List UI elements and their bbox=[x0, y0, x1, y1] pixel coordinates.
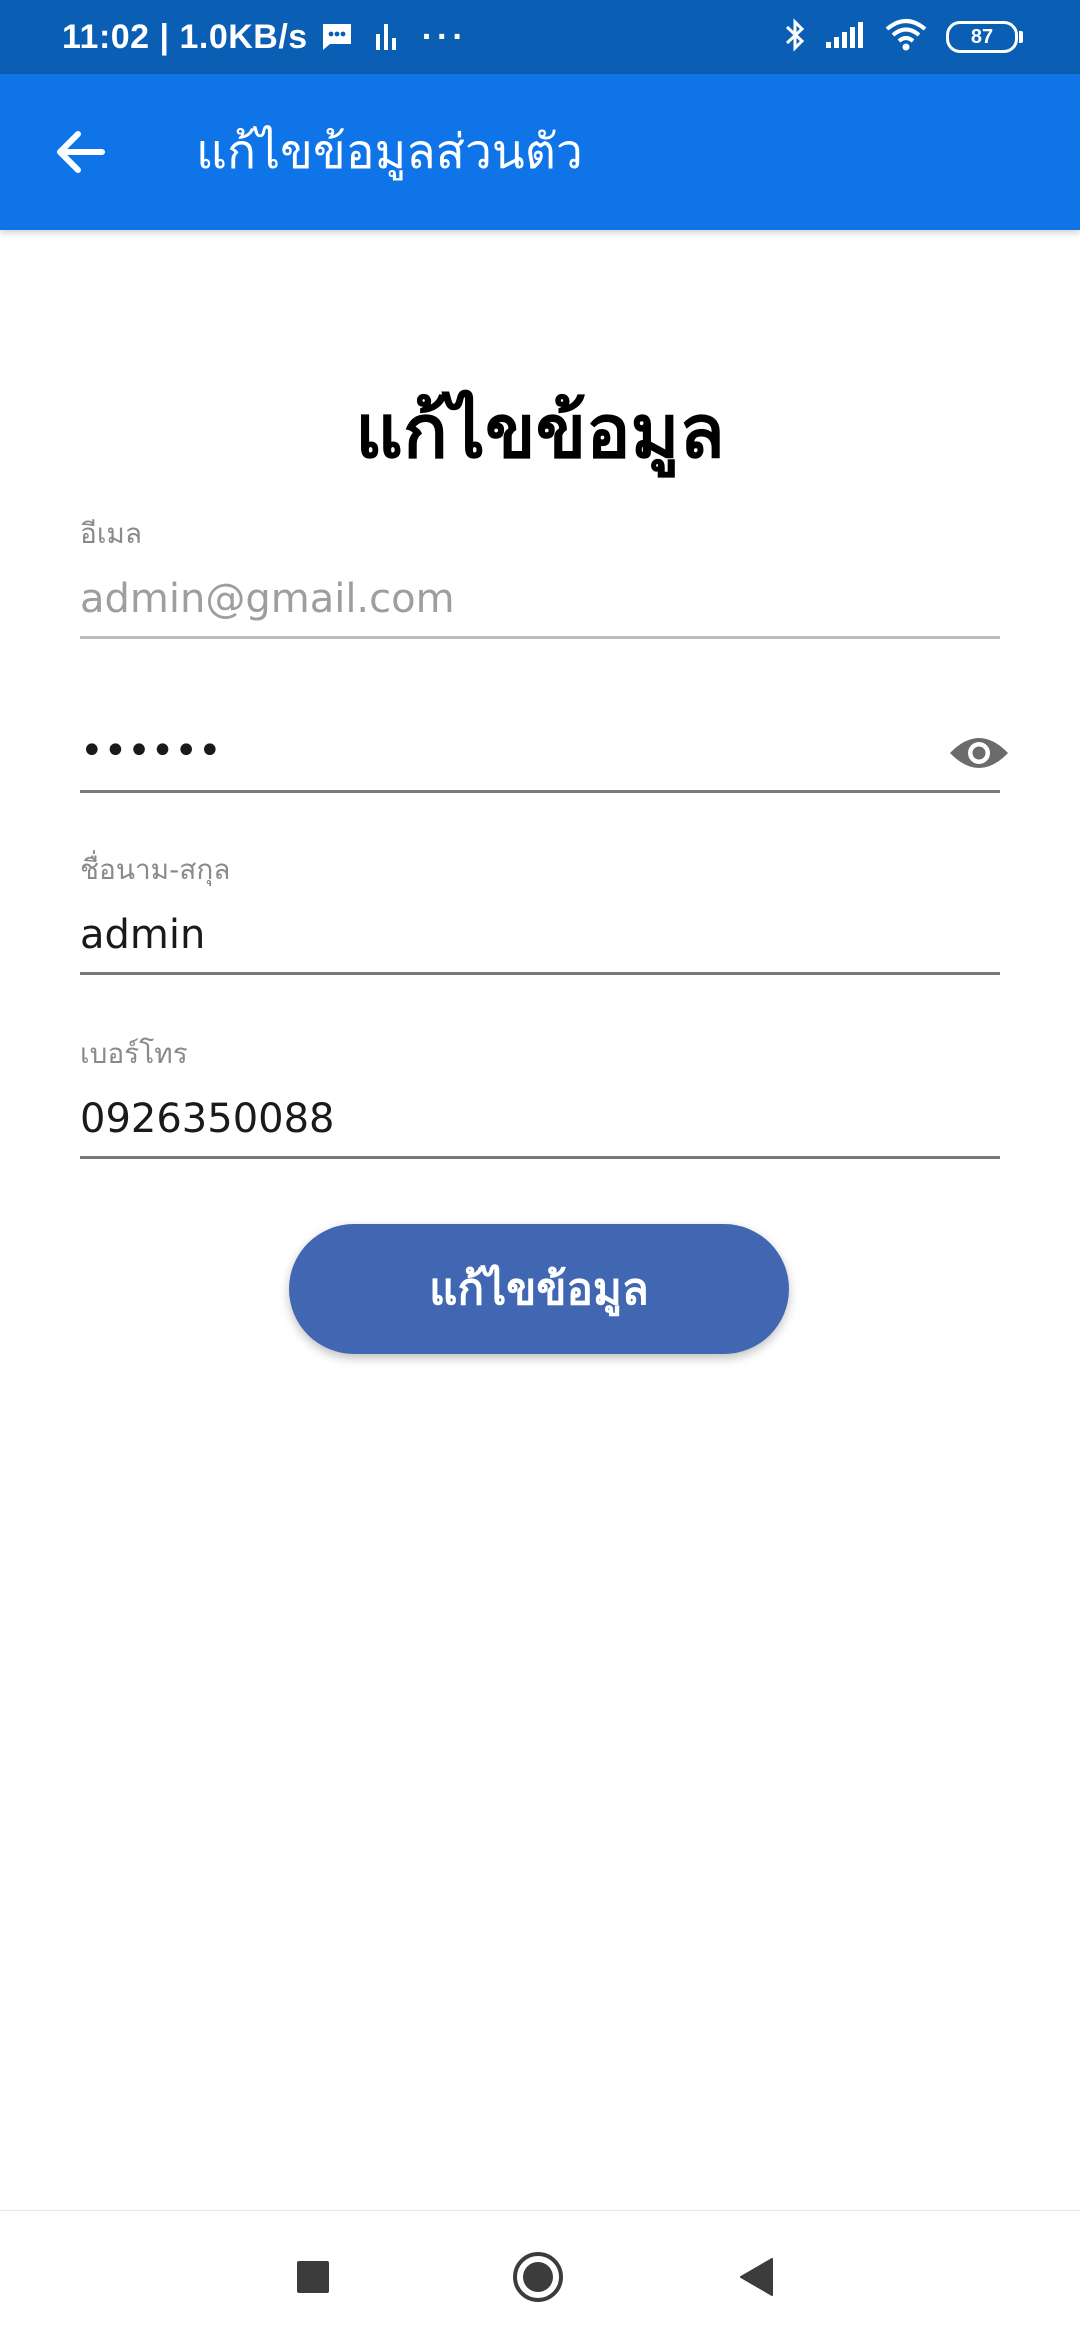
password-field[interactable]: •••••• bbox=[80, 700, 1008, 800]
circle-icon bbox=[513, 2252, 563, 2302]
fullname-field[interactable]: ชื่อนาม-สกุล admin bbox=[80, 848, 1000, 978]
more-indicator: ··· bbox=[421, 17, 468, 56]
fullname-underline bbox=[80, 972, 1000, 975]
app-bar-title: แก้ไขข้อมูลส่วนตัว bbox=[196, 124, 583, 180]
navigation-bar bbox=[0, 2210, 1080, 2341]
status-time-speed: 11:02 | 1.0KB/s bbox=[62, 17, 308, 56]
email-value[interactable]: admin@gmail.com bbox=[80, 576, 455, 622]
phone-value[interactable]: 0926350088 bbox=[80, 1096, 335, 1142]
recent-apps-button[interactable] bbox=[277, 2241, 349, 2313]
password-value[interactable]: •••••• bbox=[80, 728, 222, 774]
wifi-icon bbox=[884, 18, 928, 56]
phone-field[interactable]: เบอร์โทร 0926350088 bbox=[80, 1032, 1000, 1162]
password-underline bbox=[80, 790, 1000, 793]
email-underline bbox=[80, 636, 1000, 639]
fullname-label: ชื่อนาม-สกุล bbox=[80, 853, 231, 886]
fullname-value[interactable]: admin bbox=[80, 912, 205, 958]
back-button[interactable] bbox=[44, 116, 116, 188]
triangle-icon bbox=[740, 2258, 773, 2296]
status-right: 87 bbox=[784, 0, 1023, 74]
back-arrow-icon bbox=[57, 131, 105, 173]
app-bar: แก้ไขข้อมูลส่วนตัว bbox=[0, 74, 1080, 230]
submit-button[interactable]: แก้ไขข้อมูล bbox=[289, 1224, 789, 1354]
email-label: อีเมล bbox=[80, 517, 143, 550]
battery-indicator: 87 bbox=[946, 21, 1023, 53]
phone-underline bbox=[80, 1156, 1000, 1159]
signal-icon bbox=[824, 20, 866, 54]
message-icon bbox=[320, 22, 354, 52]
equalizer-icon bbox=[374, 22, 400, 52]
square-icon bbox=[297, 2261, 329, 2293]
email-field[interactable]: อีเมล admin@gmail.com bbox=[80, 512, 1000, 642]
home-button[interactable] bbox=[502, 2241, 574, 2313]
status-bar: 11:02 | 1.0KB/s ··· 87 bbox=[0, 0, 1080, 74]
form-heading: แก้ไขข้อมูล bbox=[355, 389, 725, 475]
bluetooth-icon bbox=[784, 17, 806, 57]
status-left: 11:02 | 1.0KB/s ··· bbox=[62, 0, 468, 74]
toggle-password-visibility-button[interactable] bbox=[948, 722, 1010, 784]
phone-label: เบอร์โทร bbox=[80, 1037, 188, 1070]
eye-icon bbox=[950, 738, 1008, 768]
back-nav-button[interactable] bbox=[720, 2241, 792, 2313]
